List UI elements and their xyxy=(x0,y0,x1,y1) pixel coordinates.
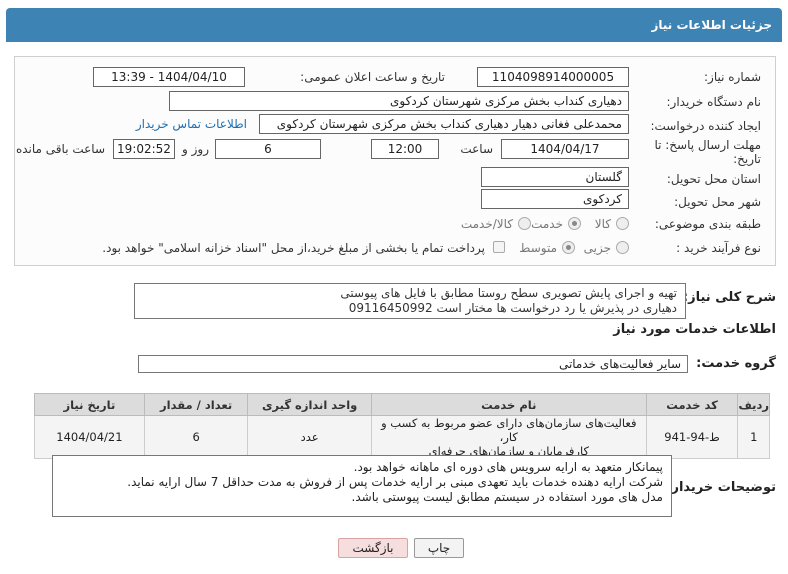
summary-box: تهیه و اجرای پایش تصویری سطح روستا مطابق… xyxy=(134,283,686,319)
table-header-row: ردیف کد خدمت نام خدمت واحد اندازه گیری ت… xyxy=(34,393,770,416)
treasury-checkbox[interactable] xyxy=(493,241,505,253)
summary-line-2: دهیاری در پذیرش یا رد درخواست ها مختار ا… xyxy=(348,301,677,315)
service-group-label: گروه خدمت: xyxy=(696,356,776,371)
process-radio-minor[interactable] xyxy=(616,241,629,254)
days-label: روز و xyxy=(182,142,209,156)
deadline-label: مهلت ارسال پاسخ: تا تاریخ: xyxy=(654,138,761,166)
process-option-minor: جزیی xyxy=(583,241,611,255)
cell-code: ط-94-941 xyxy=(645,415,739,459)
buyer-org-label: نام دستگاه خریدار: xyxy=(666,95,762,109)
back-button[interactable]: بازگشت xyxy=(338,538,408,558)
col-name: نام خدمت xyxy=(370,393,647,416)
col-code: کد خدمت xyxy=(645,393,739,416)
remaining-label: ساعت باقی مانده xyxy=(15,142,105,156)
province-label: استان محل تحویل: xyxy=(666,172,761,186)
announce-label: تاریخ و ساعت اعلان عمومی: xyxy=(300,70,445,84)
need-number-label: شماره نیاز: xyxy=(704,70,761,84)
print-button[interactable]: چاپ xyxy=(414,538,464,558)
cell-unit: عدد xyxy=(247,415,372,459)
category-radio-goods-service[interactable] xyxy=(518,217,531,230)
page-header: جزئیات اطلاعات نیاز xyxy=(6,8,782,42)
buyer-notes-box: پیمانکار متعهد به ارایه سرویس های دوره ا… xyxy=(52,455,672,517)
buyer-notes-line-2: شرکت ارایه دهنده خدمات باید تعهدی مبنی ب… xyxy=(127,475,663,489)
requester-field: محمدعلی فغانی دهیار دهیاری کنداب بخش مرک… xyxy=(259,114,629,134)
buyer-contact-link[interactable]: اطلاعات تماس خریدار xyxy=(136,117,247,131)
buyer-notes-label: توضیحات خریدار: xyxy=(666,480,776,495)
summary-label: شرح کلی نیاز: xyxy=(682,290,776,305)
cell-date: 1404/04/21 xyxy=(34,415,145,459)
category-option-goods: کالا xyxy=(594,217,611,231)
cell-index: 1 xyxy=(737,415,770,459)
deadline-time-label: ساعت xyxy=(460,142,493,156)
category-label: طبقه بندی موضوعی: xyxy=(654,217,761,231)
cell-name-line-1: فعالیت‌های سازمان‌های دارای عضو مربوط به… xyxy=(381,416,637,444)
buyer-notes-line-1: پیمانکار متعهد به ارایه سرویس های دوره ا… xyxy=(353,460,663,474)
cell-qty: 6 xyxy=(143,415,249,459)
need-number-field: 1104098914000005 xyxy=(477,67,629,87)
category-option-service: خدمت xyxy=(531,217,563,231)
table-row: 1 ط-94-941 فعالیت‌های سازمان‌های دارای ع… xyxy=(34,415,770,459)
col-date: تاریخ نیاز xyxy=(34,393,145,416)
services-title: اطلاعات خدمات مورد نیاز xyxy=(613,322,776,337)
col-index: ردیف xyxy=(737,393,770,416)
city-field: کردکوی xyxy=(481,189,629,209)
category-radio-service[interactable] xyxy=(568,217,581,230)
service-group-field: سایر فعالیت‌های خدماتی xyxy=(138,355,688,373)
category-radio-goods[interactable] xyxy=(616,217,629,230)
cell-name: فعالیت‌های سازمان‌های دارای عضو مربوط به… xyxy=(370,415,647,459)
announce-field: 1404/04/10 - 13:39 xyxy=(93,67,245,87)
col-unit: واحد اندازه گیری xyxy=(247,393,372,416)
requester-label: ایجاد کننده درخواست: xyxy=(650,119,761,133)
deadline-date-field: 1404/04/17 xyxy=(501,139,629,159)
process-radio-medium[interactable] xyxy=(562,241,575,254)
buyer-notes-line-3: مدل های مورد استفاده در سیستم مطابق لیست… xyxy=(351,490,663,504)
col-qty: تعداد / مقدار xyxy=(143,393,249,416)
payment-note: پرداخت تمام یا بخشی از مبلغ خرید،از محل … xyxy=(102,241,485,255)
category-option-goods-service: کالا/خدمت xyxy=(460,217,513,231)
days-field: 6 xyxy=(215,139,321,159)
buyer-org-field: دهیاری کنداب بخش مرکزی شهرستان کردکوی xyxy=(169,91,629,111)
services-table: ردیف کد خدمت نام خدمت واحد اندازه گیری ت… xyxy=(34,393,770,459)
province-field: گلستان xyxy=(481,167,629,187)
summary-line-1: تهیه و اجرای پایش تصویری سطح روستا مطابق… xyxy=(340,286,677,300)
remaining-time-field: 19:02:52 xyxy=(113,139,175,159)
page-title: جزئیات اطلاعات نیاز xyxy=(651,18,772,32)
process-label: نوع فرآیند خرید : xyxy=(676,241,761,255)
city-label: شهر محل تحویل: xyxy=(674,195,761,209)
process-option-medium: متوسط xyxy=(519,241,557,255)
deadline-time-field: 12:00 xyxy=(371,139,439,159)
details-panel: شماره نیاز: 1104098914000005 تاریخ و ساع… xyxy=(14,56,776,266)
